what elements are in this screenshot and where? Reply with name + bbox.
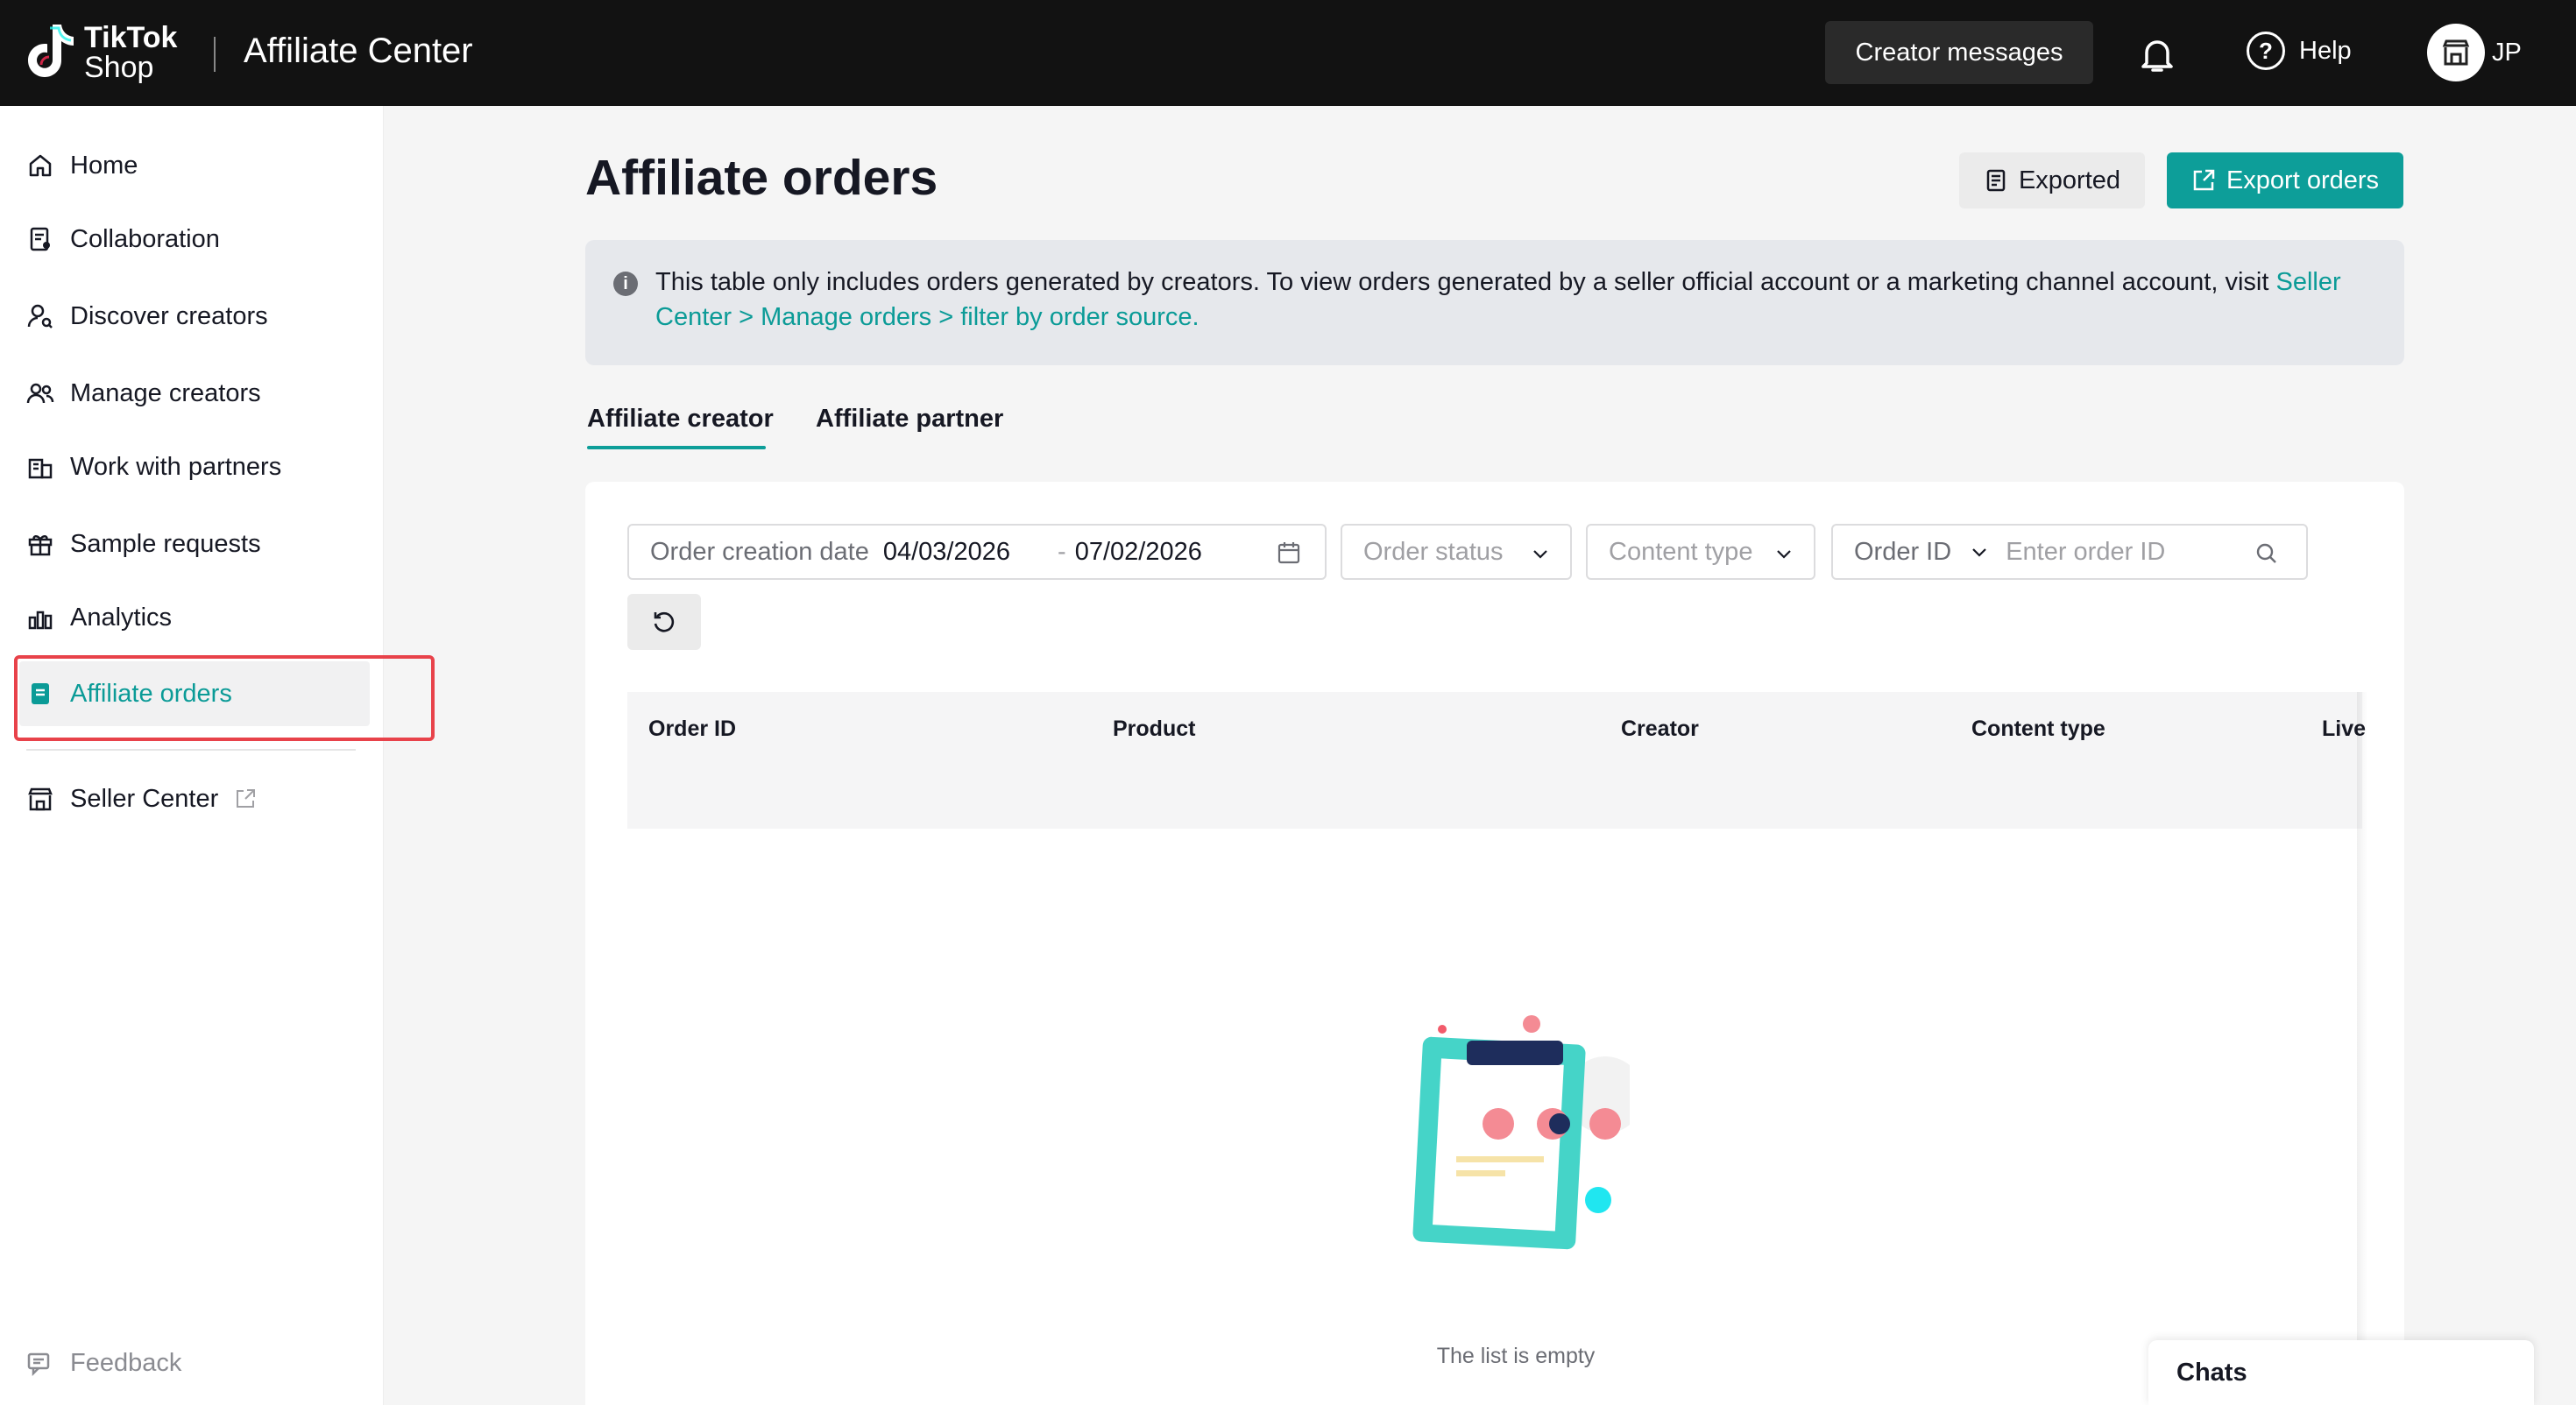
order-id-input[interactable]: Enter order ID (2006, 538, 2165, 567)
calendar-icon (1277, 542, 1300, 564)
chevron-down-icon (1777, 550, 1791, 559)
sidebar-item-home[interactable]: Home (26, 148, 138, 183)
home-icon (29, 154, 52, 177)
info-text: This table only includes orders generate… (655, 265, 2373, 335)
app-title: Affiliate Center (244, 32, 473, 70)
content-type-placeholder: Content type (1609, 537, 1753, 566)
sidebar-divider (26, 749, 356, 751)
column-header-creator: Creator (1621, 717, 1699, 741)
orders-card (585, 482, 2404, 1405)
feedback-label: Feedback (70, 1349, 182, 1377)
manage-creators-icon (26, 383, 54, 404)
top-bar: TikTok Shop Affiliate Center Creator mes… (0, 0, 2576, 106)
table-scroll-shadow (2357, 692, 2367, 1405)
column-header-order-id: Order ID (648, 717, 737, 741)
date-separator: - (1058, 537, 1066, 566)
order-creation-date-picker[interactable]: Order creation date 04/03/2026 - 07/02/2… (627, 524, 1327, 580)
store-icon (28, 787, 53, 811)
exported-label: Exported (2018, 166, 2121, 194)
shop-avatar-icon (2427, 24, 2485, 81)
date-filter-label: Order creation date (650, 537, 869, 566)
sidebar-item-collaboration[interactable]: Collaboration (26, 222, 220, 257)
empty-list-text: The list is empty (1436, 1344, 1596, 1368)
active-tab-indicator (587, 446, 766, 449)
content-type-select[interactable]: Content type (1586, 524, 1815, 580)
export-icon (2193, 169, 2215, 191)
chevron-down-icon (1533, 550, 1547, 559)
export-orders-label: Export orders (2226, 166, 2380, 194)
tiktok-logo-icon (28, 25, 74, 77)
page-title: Affiliate orders (585, 150, 938, 206)
document-list-icon (1986, 169, 2006, 192)
sidebar-item-work-with-partners[interactable]: Work with partners (26, 449, 281, 484)
info-message: This table only includes orders generate… (655, 268, 2276, 296)
empty-list-illustration (1412, 1015, 1630, 1250)
help-icon: ? (2247, 32, 2285, 70)
search-icon[interactable] (2254, 540, 2280, 567)
tab-affiliate-partner[interactable]: Affiliate partner (816, 405, 1003, 434)
sidebar-item-label: Analytics (70, 603, 173, 632)
table-header: Order ID Product Creator Content type Li… (627, 692, 2366, 829)
topbar-divider (214, 37, 216, 72)
exported-button[interactable]: Exported (1959, 152, 2145, 208)
reset-icon (654, 611, 675, 632)
collaboration-icon (30, 227, 50, 251)
sidebar-item-discover-creators[interactable]: Discover creators (26, 299, 268, 334)
info-icon: i (613, 272, 638, 296)
sidebar-item-label: Sample requests (70, 529, 261, 558)
discover-creators-icon (27, 304, 53, 328)
sidebar-item-label: Manage creators (70, 378, 261, 407)
analytics-icon (28, 611, 53, 630)
chevron-down-icon[interactable] (1969, 541, 1990, 562)
gift-icon (28, 535, 53, 556)
creator-messages-button[interactable]: Creator messages (1825, 21, 2093, 84)
tiktok-shop-logo[interactable]: TikTok Shop (26, 21, 177, 84)
sidebar-item-label: Collaboration (70, 224, 220, 253)
sidebar-item-sample-requests[interactable]: Sample requests (26, 526, 261, 561)
reset-filters-button[interactable] (627, 594, 701, 650)
help-label: Help (2299, 36, 2352, 65)
sidebar-item-label: Home (70, 151, 138, 180)
column-header-product: Product (1113, 717, 1196, 741)
export-orders-button[interactable]: Export orders (2167, 152, 2403, 208)
date-start-value[interactable]: 04/03/2026 (883, 538, 1010, 567)
sidebar-item-seller-center[interactable]: Seller Center (26, 781, 257, 816)
chats-widget[interactable]: Chats (2148, 1340, 2534, 1405)
account-menu[interactable]: JP (2427, 24, 2522, 81)
account-initials: JP (2492, 38, 2522, 67)
sidebar-item-analytics[interactable]: Analytics (26, 600, 172, 635)
sidebar-item-label: Work with partners (70, 452, 282, 481)
info-banner: i This table only includes orders genera… (585, 240, 2404, 365)
highlight-annotation-box (14, 655, 435, 741)
sidebar-item-label: Discover creators (70, 301, 268, 330)
sidebar-item-label: Seller Center (70, 784, 219, 813)
order-id-type-select[interactable]: Order ID (1854, 538, 1951, 567)
help-button[interactable]: ? Help (2247, 32, 2352, 70)
order-id-search[interactable]: Order ID Enter order ID (1831, 524, 2308, 580)
feedback-icon (27, 1352, 50, 1376)
date-end-value[interactable]: 07/02/2026 (1075, 538, 1202, 567)
column-header-content-type: Content type (1971, 717, 2105, 741)
partners-icon (28, 458, 53, 479)
tab-affiliate-creator[interactable]: Affiliate creator (587, 405, 774, 434)
order-status-placeholder: Order status (1363, 537, 1504, 566)
order-status-select[interactable]: Order status (1341, 524, 1572, 580)
logo-text: TikTok Shop (84, 21, 178, 84)
bell-icon[interactable] (2136, 33, 2178, 75)
sidebar-item-manage-creators[interactable]: Manage creators (26, 376, 261, 411)
feedback-button[interactable]: Feedback (26, 1349, 181, 1378)
external-link-icon (237, 789, 256, 808)
